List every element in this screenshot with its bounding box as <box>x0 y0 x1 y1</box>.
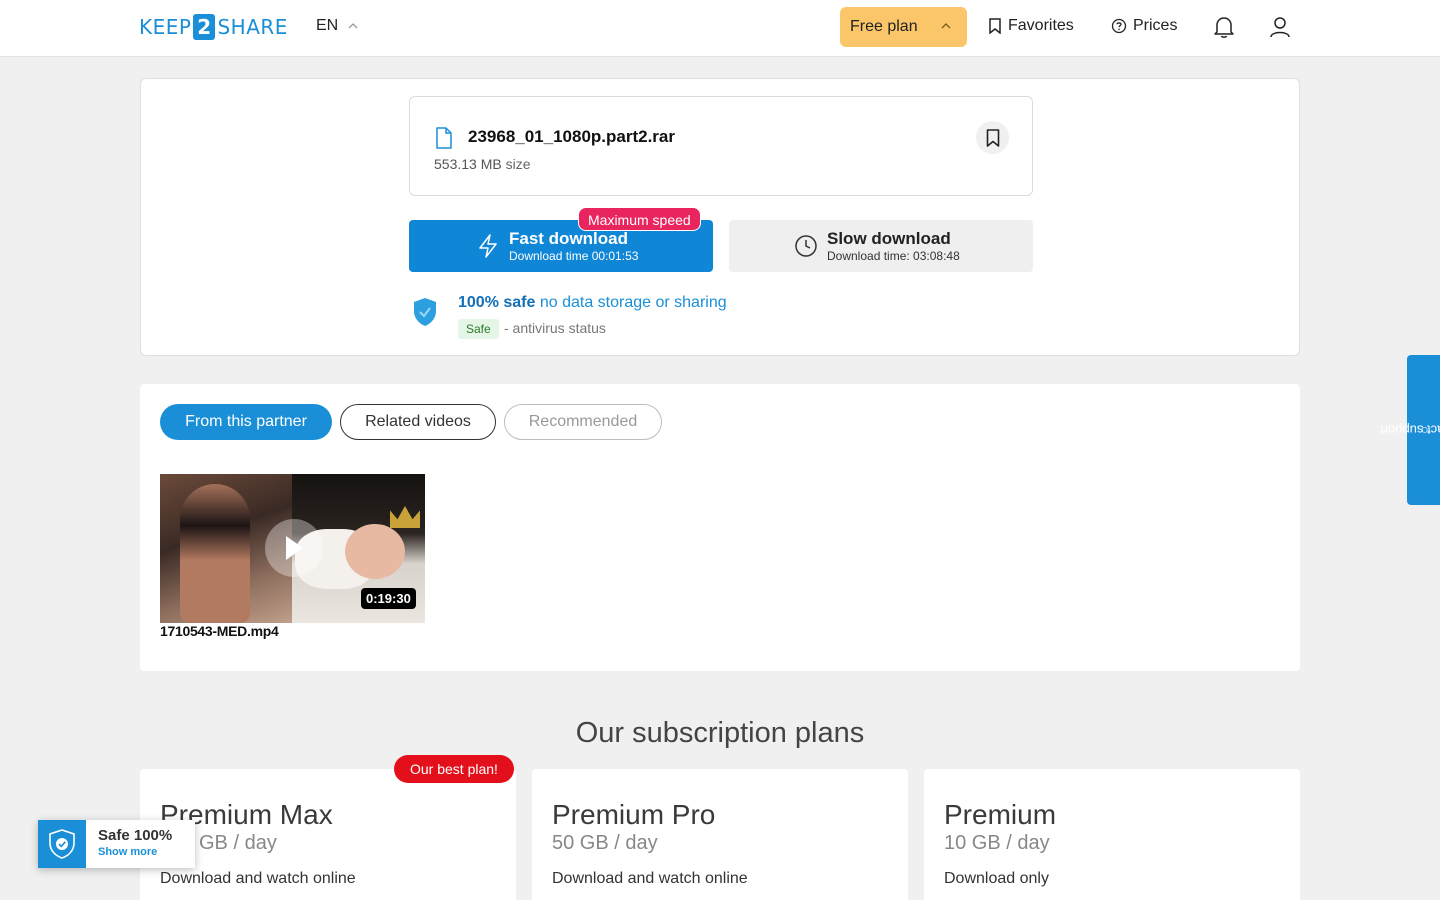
videos-section: From this partner Related videos Recomme… <box>140 384 1300 671</box>
prices-label: Prices <box>1133 17 1178 34</box>
video-title[interactable]: 1710543-MED.mp4 <box>160 623 279 639</box>
antivirus-safe-badge: Safe <box>458 319 499 339</box>
logo-text-2: 2 <box>193 14 216 40</box>
safe-widget-icon-box <box>38 820 86 868</box>
plan-name: Premium <box>944 799 1057 830</box>
contact-support-tab[interactable]: ○ contact support <box>1379 355 1440 505</box>
file-info-box: 23968_01_1080p.part2.rar 553.13 MB size <box>409 96 1033 196</box>
language-selector[interactable]: EN <box>316 17 358 35</box>
question-circle-icon <box>1111 18 1127 34</box>
play-icon <box>286 536 303 560</box>
contact-support-label: ○ contact support <box>1379 423 1440 438</box>
plan-name: Premium Pro <box>552 799 716 830</box>
fast-download-time: Download time 00:01:53 <box>509 249 639 263</box>
chevron-up-icon <box>941 23 951 29</box>
favorites-label: Favorites <box>1008 17 1074 34</box>
safe-widget[interactable]: Safe 100% Show more <box>38 820 195 868</box>
bell-icon <box>1214 17 1234 38</box>
plans-heading: Our subscription plans <box>575 717 865 749</box>
top-header: KEEP 2 SHARE EN Free plan Favorites Prices <box>0 0 1440 57</box>
user-icon <box>1270 17 1290 38</box>
free-plan-label: Free plan <box>850 18 918 35</box>
shield-check-icon <box>49 829 75 859</box>
favorites-link[interactable]: Favorites <box>988 17 1074 35</box>
best-plan-badge: Our best plan! <box>394 755 514 783</box>
plan-card-premium[interactable]: Premium 10 GB / day Download only <box>924 769 1300 900</box>
language-label: EN <box>316 17 339 34</box>
slow-download-title: Slow download <box>827 229 951 248</box>
safe-widget-title: Safe 100% <box>98 827 173 844</box>
free-plan-dropdown[interactable]: Free plan <box>840 7 967 47</box>
logo-text-keep: KEEP <box>139 15 192 39</box>
thumbnail-figure <box>180 484 250 623</box>
safety-message: 100% safe no data storage or sharing <box>458 294 727 312</box>
plan-quota: 10 GB / day <box>944 832 1050 854</box>
antivirus-status-label: - antivirus status <box>504 320 606 336</box>
plan-card-premium-max[interactable]: Premium Max GB / day Download and watch … <box>140 769 516 900</box>
plan-description: Download only <box>944 870 1049 887</box>
play-button[interactable] <box>265 519 323 577</box>
file-icon <box>436 127 452 149</box>
bookmark-icon <box>989 18 1001 34</box>
video-duration: 0:19:30 <box>361 588 416 609</box>
bookmark-icon <box>986 128 999 147</box>
plan-description: Download and watch online <box>160 870 356 887</box>
thumbnail-person <box>345 524 405 579</box>
plan-card-premium-pro[interactable]: Premium Pro 50 GB / day Download and wat… <box>532 769 908 900</box>
prices-link[interactable]: Prices <box>1111 17 1177 35</box>
safety-strong: 100% safe <box>458 294 536 311</box>
chevron-up-icon <box>348 23 358 29</box>
slow-download-time: Download time: 03:08:48 <box>827 249 960 263</box>
tab-related-videos[interactable]: Related videos <box>340 404 496 440</box>
plan-description: Download and watch online <box>552 870 748 887</box>
file-size-suffix: size <box>505 156 531 172</box>
tab-recommended[interactable]: Recommended <box>504 404 662 440</box>
fast-download-title: Fast download <box>509 229 628 248</box>
maximum-speed-badge: Maximum speed <box>578 207 701 231</box>
file-download-card: 23968_01_1080p.part2.rar 553.13 MB size … <box>140 78 1300 356</box>
account-button[interactable] <box>1267 14 1293 40</box>
safety-rest: no data storage or sharing <box>539 294 727 311</box>
keep2share-logo[interactable]: KEEP 2 SHARE <box>139 14 288 40</box>
lightning-icon <box>479 234 497 258</box>
file-size: 553.13 MB size <box>434 156 531 172</box>
shield-check-icon <box>414 298 436 326</box>
tab-from-this-partner[interactable]: From this partner <box>160 404 332 440</box>
file-name: 23968_01_1080p.part2.rar <box>468 127 675 146</box>
video-thumbnail[interactable]: 0:19:30 <box>160 474 425 623</box>
safe-widget-text: Safe 100% Show more <box>86 820 172 868</box>
logo-text-share: SHARE <box>217 15 288 39</box>
file-size-value: 553.13 MB <box>434 156 502 172</box>
plan-quota: GB / day <box>199 832 277 854</box>
plan-quota: 50 GB / day <box>552 832 658 854</box>
contact-support-text: contact support <box>1379 422 1440 438</box>
add-to-favorites-button[interactable] <box>976 121 1009 154</box>
show-more-link[interactable]: Show more <box>98 846 172 858</box>
notifications-button[interactable] <box>1211 14 1237 40</box>
slow-download-button[interactable]: Slow download Download time: 03:08:48 <box>729 220 1033 272</box>
clock-icon <box>795 235 817 257</box>
